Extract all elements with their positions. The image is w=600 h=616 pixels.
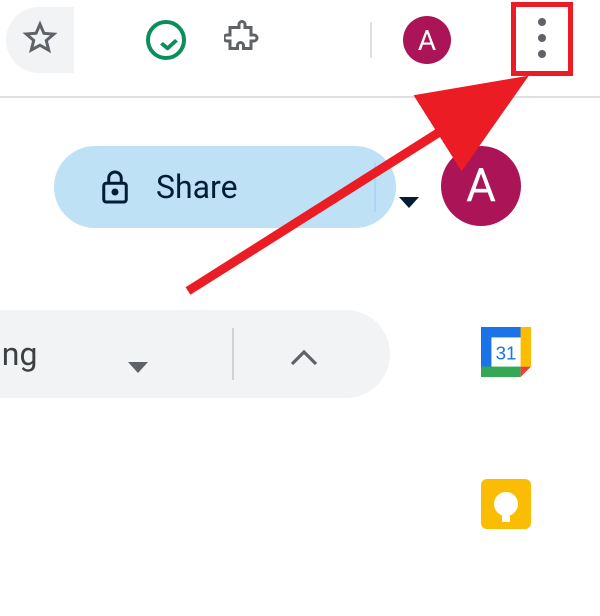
extensions-puzzle-icon[interactable]	[224, 20, 260, 60]
toolbar-divider	[370, 22, 372, 58]
svg-text:31: 31	[496, 342, 517, 363]
google-keep-icon[interactable]	[481, 479, 531, 529]
share-row: Share A	[0, 146, 600, 236]
toolbar-separator	[0, 96, 600, 98]
account-avatar-large[interactable]: A	[441, 146, 521, 226]
extensions-area	[146, 20, 260, 60]
star-icon	[22, 20, 58, 60]
caret-down-icon	[398, 180, 420, 218]
chevron-up-icon[interactable]	[288, 340, 320, 378]
bookmark-star-button[interactable]	[6, 7, 74, 73]
share-divider	[374, 162, 376, 212]
avatar-initial: A	[418, 24, 436, 57]
avatar-initial: A	[466, 159, 496, 213]
profile-avatar-small[interactable]: A	[403, 16, 451, 64]
editing-mode-button[interactable]: ing	[0, 310, 390, 398]
share-label: Share	[156, 168, 238, 206]
browser-toolbar: A	[0, 0, 600, 80]
editing-mode-label: ing	[0, 335, 37, 373]
caret-down-icon	[126, 346, 150, 384]
grammarly-extension-icon[interactable]	[146, 20, 186, 60]
lock-icon	[100, 169, 130, 205]
annotation-highlight-box	[511, 2, 573, 76]
bulb-icon	[494, 492, 518, 516]
mode-divider	[232, 328, 234, 380]
share-button[interactable]: Share	[54, 146, 396, 228]
google-calendar-icon[interactable]: 31	[481, 327, 531, 377]
